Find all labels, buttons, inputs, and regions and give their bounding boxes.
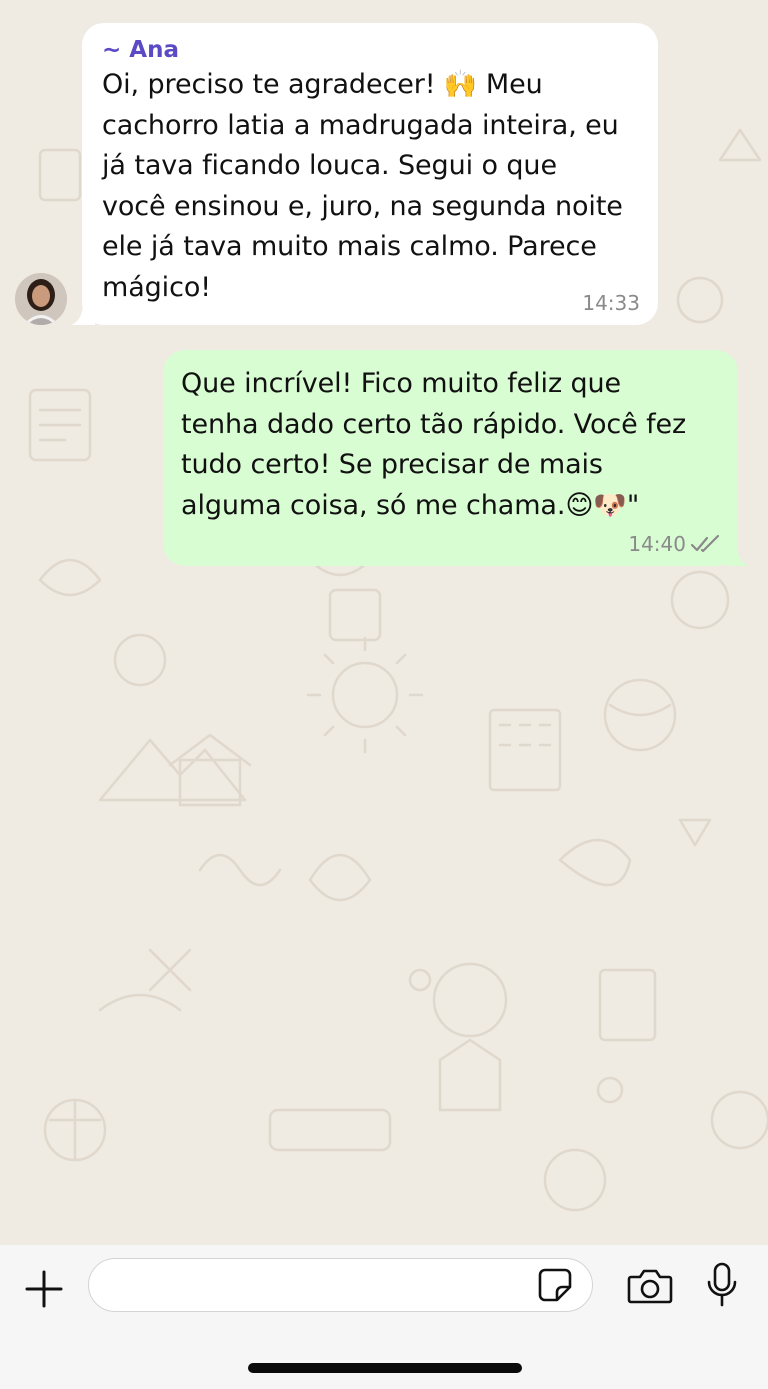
message-line: tenha dado certo tão rápido. Você fez	[181, 408, 687, 440]
camera-icon	[627, 1269, 673, 1304]
message-line: ele já tava muito mais calmo. Parece	[102, 231, 597, 262]
sender-name[interactable]: ~ Ana	[102, 35, 638, 65]
message-line: Oi, preciso te agradecer! 🙌 Meu	[102, 69, 543, 100]
message-line: alguma coisa, só me chama.😊🐶"	[181, 489, 640, 521]
home-indicator[interactable]	[248, 1363, 522, 1373]
outgoing-message-text: Que incrível! Fico muito feliz que tenha…	[181, 364, 720, 526]
sticker-icon	[538, 1268, 572, 1302]
message-line: cachorro latia a madrugada inteira, eu	[102, 109, 619, 141]
avatar-image	[15, 273, 67, 325]
message-line: tudo certo! Se precisar de mais	[181, 449, 603, 480]
bubble-tail	[71, 303, 95, 325]
incoming-message-text: Oi, preciso te agradecer! 🙌 Meu cachorro…	[102, 65, 638, 308]
message-line: mágico!	[102, 271, 211, 303]
incoming-message-bubble[interactable]: ~ Ana Oi, preciso te agradecer! 🙌 Meu ca…	[71, 23, 658, 325]
bubble-tail	[725, 544, 749, 566]
plus-icon	[25, 1270, 63, 1308]
message-timestamp: 14:33	[582, 291, 640, 315]
outgoing-message-bubble[interactable]: Que incrível! Fico muito feliz que tenha…	[163, 350, 749, 566]
composer-bar	[0, 1245, 768, 1389]
microphone-button[interactable]	[704, 1261, 740, 1309]
message-line: Que incrível! Fico muito feliz que	[181, 368, 622, 399]
attach-button[interactable]	[22, 1267, 66, 1311]
message-timestamp: 14:40	[628, 532, 686, 556]
message-line: você ensinou e, juro, na segunda noite	[102, 190, 623, 222]
message-input[interactable]	[88, 1258, 593, 1312]
double-check-read-icon	[690, 534, 720, 553]
camera-button[interactable]	[626, 1265, 674, 1307]
sticker-button[interactable]	[535, 1265, 575, 1305]
message-line: já tava ficando louca. Segui o que	[102, 150, 557, 181]
contact-avatar[interactable]	[15, 273, 67, 325]
microphone-icon	[707, 1262, 737, 1307]
